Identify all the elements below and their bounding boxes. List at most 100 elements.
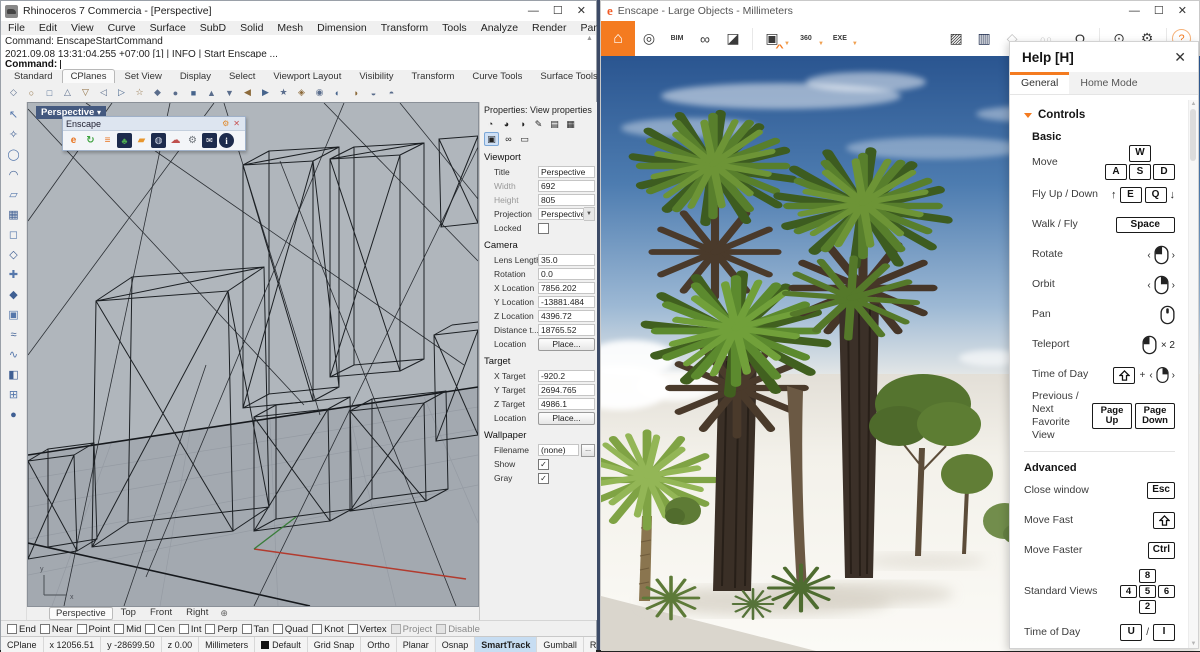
- toolbar-tab[interactable]: Curve Tools: [463, 69, 531, 83]
- close-icon[interactable]: ✕: [1174, 49, 1186, 66]
- maximize-icon[interactable]: ☐: [1154, 6, 1164, 17]
- viewport-title-field[interactable]: Perspective: [538, 166, 595, 178]
- minimize-icon[interactable]: —: [1129, 6, 1140, 17]
- toolbar-tab[interactable]: Select: [220, 69, 264, 83]
- palette-button-icon[interactable]: ↻: [83, 133, 98, 148]
- toolbar-icon[interactable]: ◒: [365, 85, 382, 101]
- tab-home-mode[interactable]: Home Mode: [1069, 72, 1148, 94]
- toolbar-tab[interactable]: Display: [171, 69, 220, 83]
- menu-item[interactable]: Transform: [374, 22, 435, 34]
- tool-icon[interactable]: ≈: [3, 325, 25, 344]
- toolbar-icon[interactable]: ■: [185, 85, 202, 101]
- menu-item[interactable]: SubD: [193, 22, 233, 34]
- perspective-viewport[interactable]: x y Perspective ▾ Enscape ⚙ ✕ e↻≡♣▰◍☁⚙✉i: [27, 102, 479, 607]
- menu-item[interactable]: Curve: [101, 22, 143, 34]
- collapse-toolbar-icon[interactable]: ^: [775, 43, 783, 53]
- tool-icon[interactable]: ▣: [3, 305, 25, 324]
- tool-icon[interactable]: ▦: [3, 205, 25, 224]
- toolbar-icon[interactable]: ★: [275, 85, 292, 101]
- toolbar-tab[interactable]: Surface Tools: [531, 69, 606, 83]
- camera-place-button[interactable]: Place...: [538, 338, 595, 351]
- toolbar-icon[interactable]: ●: [167, 85, 184, 101]
- controls-section-header[interactable]: Controls: [1010, 100, 1189, 123]
- wallpaper-icon[interactable]: ▭: [518, 133, 531, 145]
- viewport-width-field[interactable]: 692: [538, 180, 595, 192]
- palette-button-icon[interactable]: ✉: [202, 133, 217, 148]
- viewport-tab[interactable]: Front: [144, 607, 178, 620]
- toolbar-tab[interactable]: Visibility: [350, 69, 402, 83]
- video-walkthrough-icon[interactable]: ◎: [635, 25, 663, 53]
- osnap-toggle[interactable]: Disable: [436, 624, 480, 635]
- menu-item[interactable]: Surface: [143, 22, 193, 34]
- maximize-icon[interactable]: ☐: [553, 6, 563, 17]
- osnap-toggle[interactable]: Project: [391, 624, 433, 635]
- menu-item[interactable]: Dimension: [310, 22, 374, 34]
- home-icon[interactable]: ⌂: [601, 21, 635, 56]
- viewport-height-field[interactable]: 805: [538, 194, 595, 206]
- browse-button[interactable]: ...: [581, 444, 595, 457]
- osnap-toggle[interactable]: Point: [77, 624, 111, 635]
- osnap-toggle[interactable]: Int: [179, 624, 202, 635]
- toolbar-icon[interactable]: ▶: [257, 85, 274, 101]
- palette-button-icon[interactable]: ⚙: [185, 133, 200, 148]
- osnap-toggle[interactable]: Near: [40, 624, 73, 635]
- chevron-down-icon[interactable]: ▼: [584, 207, 595, 221]
- toolbar-tab[interactable]: Set View: [115, 69, 170, 83]
- menu-item[interactable]: Mesh: [270, 22, 310, 34]
- menu-item[interactable]: Analyze: [474, 22, 525, 34]
- y-location-field[interactable]: -13881.484: [538, 296, 595, 308]
- osnap-toggle[interactable]: Mid: [114, 624, 141, 635]
- toolbar-icon[interactable]: ○: [23, 85, 40, 101]
- mini-map-icon[interactable]: ▥: [970, 25, 998, 53]
- properties-tab-icon[interactable]: ◔: [484, 118, 497, 130]
- rotation-field[interactable]: 0.0: [538, 268, 595, 280]
- minimize-icon[interactable]: —: [528, 6, 539, 17]
- y-target-field[interactable]: 2694.765: [538, 384, 595, 396]
- toolbar-icon[interactable]: ☆: [131, 85, 148, 101]
- menu-item[interactable]: File: [1, 22, 32, 34]
- standalone-export-icon[interactable]: EXE: [826, 25, 854, 53]
- palette-button-icon[interactable]: ☁: [168, 133, 183, 148]
- toolbar-icon[interactable]: ◆: [149, 85, 166, 101]
- menu-item[interactable]: Render: [525, 22, 573, 34]
- toolbar-icon[interactable]: ◇: [5, 85, 22, 101]
- osnap-toggle[interactable]: Knot: [312, 624, 344, 635]
- osnap-toggle[interactable]: Perp: [205, 624, 237, 635]
- toolbar-icon[interactable]: △: [59, 85, 76, 101]
- lens-icon[interactable]: ∞: [502, 133, 515, 145]
- tool-icon[interactable]: ◯: [3, 145, 25, 164]
- palette-button-icon[interactable]: i: [219, 133, 234, 148]
- properties-tab-icon[interactable]: ▦: [564, 118, 577, 130]
- view-management-icon[interactable]: ∞: [691, 25, 719, 53]
- toolbar-icon[interactable]: ◓: [383, 85, 400, 101]
- toolbar-icon[interactable]: ◈: [293, 85, 310, 101]
- toolbar-tab[interactable]: Transform: [402, 69, 463, 83]
- toolbar-icon[interactable]: ▲: [203, 85, 220, 101]
- viewport-tab[interactable]: Perspective: [49, 607, 113, 620]
- toolbar-icon[interactable]: ◉: [311, 85, 328, 101]
- x-target-field[interactable]: -920.2: [538, 370, 595, 382]
- target-place-button[interactable]: Place...: [538, 412, 595, 425]
- tool-icon[interactable]: ✧: [3, 125, 25, 144]
- menu-item[interactable]: Solid: [233, 22, 270, 34]
- palette-button-icon[interactable]: ◍: [151, 133, 166, 148]
- wallpaper-filename-field[interactable]: (none): [538, 444, 579, 456]
- lens-length-field[interactable]: 35.0: [538, 254, 595, 266]
- osnap-toggle[interactable]: Vertex: [348, 624, 387, 635]
- toolbar-icon[interactable]: ◑: [347, 85, 364, 101]
- show-checkbox[interactable]: ✓: [538, 459, 549, 470]
- video-editor-icon[interactable]: ◪: [719, 25, 747, 53]
- palette-button-icon[interactable]: e: [66, 133, 81, 148]
- tool-icon[interactable]: ◆: [3, 285, 25, 304]
- bim-information-icon[interactable]: BIM: [663, 25, 691, 53]
- tool-icon[interactable]: ◻: [3, 225, 25, 244]
- view-properties-camera-icon[interactable]: ▣: [484, 132, 499, 146]
- tool-icon[interactable]: ▱: [3, 185, 25, 204]
- toolbar-tab[interactable]: Viewport Layout: [264, 69, 350, 83]
- palette-gear-icon[interactable]: ⚙: [222, 119, 229, 128]
- close-icon[interactable]: ✕: [1178, 6, 1187, 17]
- osnap-toggle[interactable]: Quad: [273, 624, 308, 635]
- osnap-toggle[interactable]: Tan: [242, 624, 269, 635]
- tool-icon[interactable]: ◧: [3, 365, 25, 384]
- tool-icon[interactable]: ✚: [3, 265, 25, 284]
